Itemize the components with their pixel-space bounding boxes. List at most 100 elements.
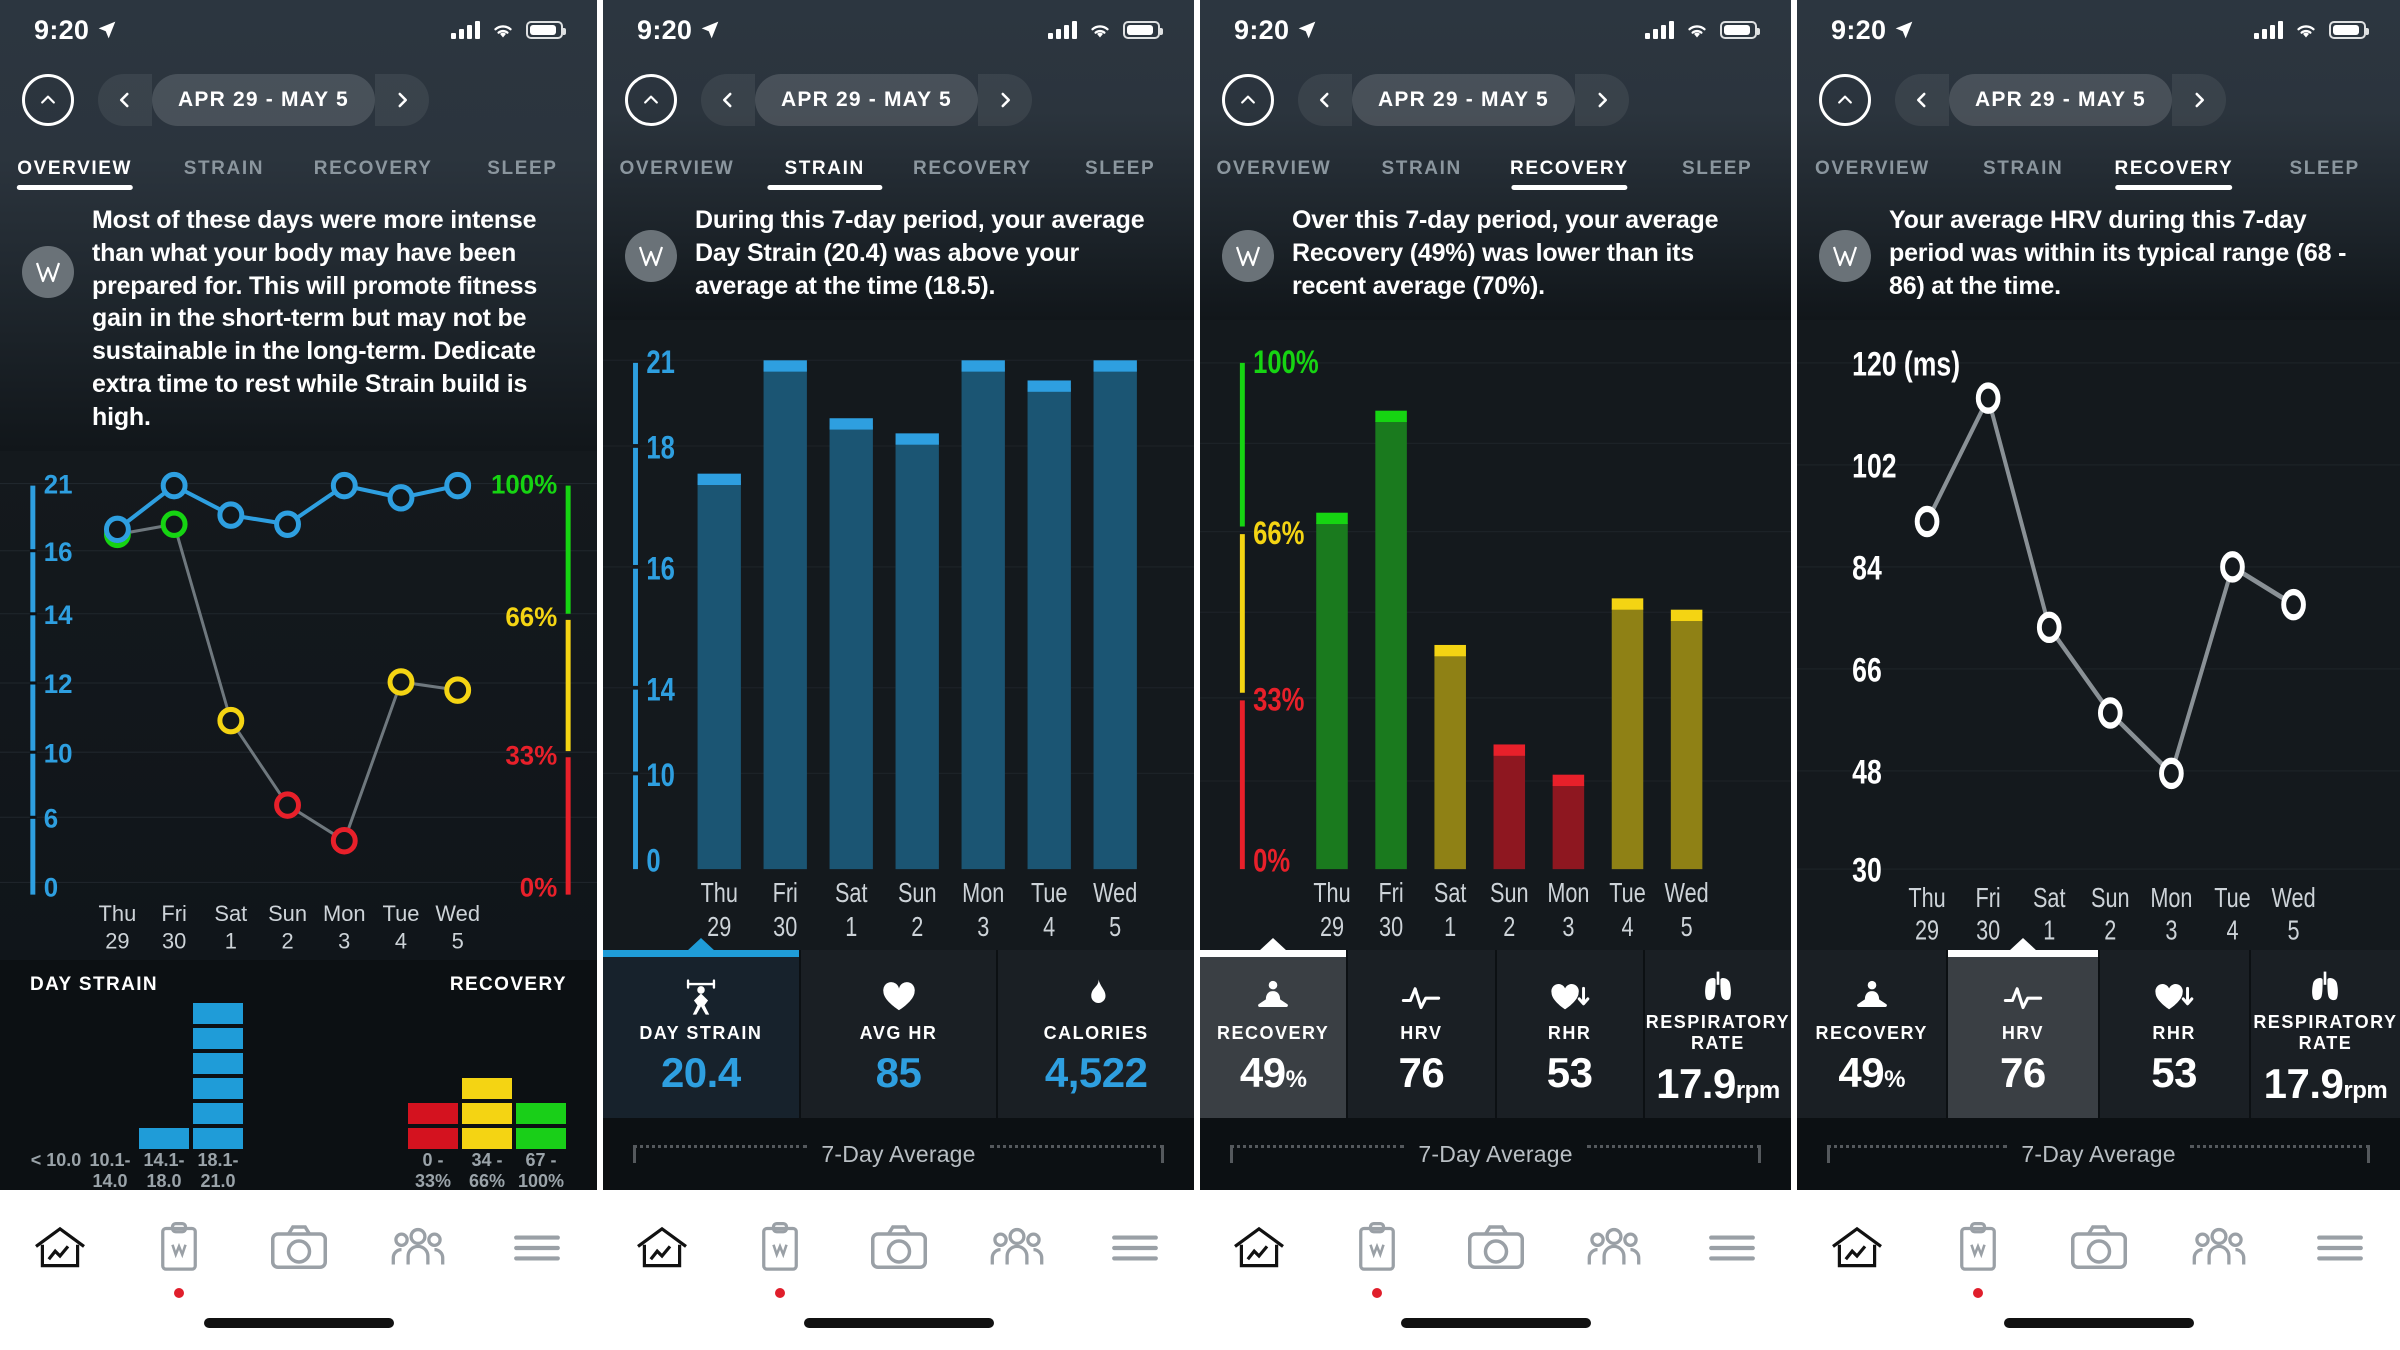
nav-community[interactable]: [358, 1212, 477, 1284]
top-section: 9:20 APR 29 - MAY 5 OVERVIEW STRAIN RECO…: [0, 0, 597, 452]
heart-down-icon: [1549, 977, 1591, 1017]
nav-journal[interactable]: [1318, 1212, 1436, 1298]
nav-community[interactable]: [1555, 1212, 1673, 1284]
svg-text:Sat: Sat: [214, 901, 247, 926]
dash-left: [1230, 1145, 1405, 1163]
svg-text:0: 0: [44, 873, 58, 903]
nav-community[interactable]: [958, 1212, 1076, 1284]
nav-camera[interactable]: [2038, 1212, 2159, 1284]
status-bar: 9:20: [0, 0, 597, 60]
tile-respiratory-rate[interactable]: RESPIRATORY RATE 17.9rpm: [1644, 950, 1792, 1118]
hist-label: 10.1- 14.0: [89, 1150, 131, 1191]
collapse-button[interactable]: [22, 74, 74, 126]
tile-recovery[interactable]: RECOVERY 49%: [1200, 938, 1349, 1118]
recovery-bar-chart[interactable]: 100% 66% 33% 0% Thu 29 Fri 30 Sat 1 Sun …: [1200, 320, 1792, 950]
svg-text:Fri: Fri: [1976, 883, 2001, 914]
whoop-mark-icon: [1235, 246, 1261, 267]
nav-home[interactable]: [1200, 1194, 1319, 1284]
tile-hrv[interactable]: HRV 76: [1348, 950, 1497, 1118]
tab-overview[interactable]: OVERVIEW: [1200, 146, 1348, 190]
status-bar: 9:20: [603, 0, 1194, 60]
tab-sleep[interactable]: SLEEP: [1046, 146, 1194, 190]
home-icon: [34, 1226, 85, 1268]
tab-sleep[interactable]: SLEEP: [448, 146, 597, 190]
nav-home[interactable]: [1797, 1194, 1918, 1284]
tab-strain[interactable]: STRAIN: [1348, 146, 1496, 190]
tile-hrv[interactable]: HRV 76: [1948, 938, 2100, 1118]
tile-recovery[interactable]: RECOVERY 49%: [1797, 950, 1949, 1118]
svg-text:33%: 33%: [505, 740, 557, 770]
tab-overview[interactable]: OVERVIEW: [0, 146, 149, 190]
nav-camera[interactable]: [839, 1212, 957, 1284]
prev-week-button[interactable]: [1298, 74, 1353, 126]
nav-menu[interactable]: [478, 1212, 597, 1284]
nav-camera[interactable]: [239, 1212, 358, 1284]
flame-icon: [1082, 977, 1110, 1017]
next-week-button[interactable]: [2171, 74, 2226, 126]
date-range-label[interactable]: APR 29 - MAY 5: [152, 74, 375, 126]
tile-day-strain[interactable]: DAY STRAIN 20.4: [603, 938, 801, 1118]
date-range-label[interactable]: APR 29 - MAY 5: [755, 74, 978, 126]
next-week-button[interactable]: [1574, 74, 1629, 126]
date-range-label[interactable]: APR 29 - MAY 5: [1949, 74, 2172, 126]
tab-recovery[interactable]: RECOVERY: [2099, 146, 2250, 190]
tab-recovery[interactable]: RECOVERY: [899, 146, 1047, 190]
svg-text:5: 5: [452, 929, 464, 954]
tile-calories[interactable]: CALORIES 4,522: [998, 950, 1195, 1118]
strain-bar-chart[interactable]: 21 18 16 14 10 0 Thu 29 Fri 30 Sat 1 Sun…: [603, 320, 1195, 950]
nav-home[interactable]: [0, 1194, 120, 1284]
dash-left: [1827, 1145, 2008, 1163]
prev-week-button[interactable]: [98, 74, 152, 126]
whoop-mark-icon: [638, 246, 664, 267]
tab-strain[interactable]: STRAIN: [149, 146, 298, 190]
tab-strain[interactable]: STRAIN: [1948, 146, 2099, 190]
wifi-icon: [1688, 24, 1706, 37]
nav-community[interactable]: [2159, 1212, 2280, 1284]
tab-recovery[interactable]: RECOVERY: [1496, 146, 1644, 190]
svg-text:33%: 33%: [1253, 682, 1304, 719]
nav-journal[interactable]: [721, 1212, 839, 1298]
tile-value: 17.9rpm: [2264, 1060, 2388, 1108]
whoop-logo-icon: [1819, 230, 1872, 282]
nav-journal[interactable]: [119, 1212, 238, 1298]
tile-rhr[interactable]: RHR 53: [1496, 950, 1645, 1118]
camera-icon: [270, 1225, 327, 1269]
nav-journal[interactable]: [1918, 1212, 2039, 1298]
tile-respiratory-rate[interactable]: RESPIRATORY RATE 17.9rpm: [2250, 950, 2400, 1118]
tab-sleep[interactable]: SLEEP: [2249, 146, 2400, 190]
nav-menu[interactable]: [1673, 1212, 1791, 1284]
tab-overview[interactable]: OVERVIEW: [603, 146, 751, 190]
hist-bar: [192, 1002, 244, 1150]
chevron-left-icon: [1917, 92, 1926, 108]
svg-text:4: 4: [2226, 915, 2238, 946]
prev-week-button[interactable]: [1895, 74, 1950, 126]
svg-text:100%: 100%: [491, 470, 557, 500]
date-range-label[interactable]: APR 29 - MAY 5: [1352, 74, 1575, 126]
location-arrow-icon: [1298, 21, 1316, 39]
nav-menu[interactable]: [1076, 1212, 1194, 1284]
nav-camera[interactable]: [1436, 1212, 1554, 1284]
next-week-button[interactable]: [374, 74, 429, 126]
collapse-button[interactable]: [1222, 74, 1275, 126]
nav-menu[interactable]: [2279, 1212, 2400, 1284]
svg-text:4: 4: [395, 929, 407, 954]
tab-recovery[interactable]: RECOVERY: [299, 146, 448, 190]
collapse-button[interactable]: [625, 74, 677, 126]
tab-overview[interactable]: OVERVIEW: [1797, 146, 1948, 190]
tile-avg-hr[interactable]: AVG HR 85: [800, 950, 999, 1118]
tile-rhr[interactable]: RHR 53: [2099, 950, 2251, 1118]
phone-screen-hrv: 9:20 APR 29 - MAY 5 OVERVIEW STRAIN RECO…: [1791, 0, 2400, 1350]
tab-strain[interactable]: STRAIN: [751, 146, 899, 190]
tab-sleep[interactable]: SLEEP: [1643, 146, 1791, 190]
collapse-button[interactable]: [1819, 74, 1872, 126]
overview-chart[interactable]: 21 16 14 12 10 6 0 100% 66% 33% 0% Thu 2…: [0, 451, 597, 960]
recovery-histogram: 0 - 33% 34 - 66% 67 - 100%: [407, 1077, 567, 1191]
recovery-chart-svg: 100% 66% 33% 0% Thu29 Fri30 Sat1 Sun2 Mo…: [1200, 344, 1792, 943]
nav-home[interactable]: [603, 1194, 722, 1284]
location-arrow-icon: [98, 21, 116, 39]
svg-text:100%: 100%: [1253, 344, 1318, 381]
hrv-line-chart[interactable]: 120 (ms) 102 84 66 48 30 Thu 29 Fri 30 Sat 1 Su…: [1797, 320, 2400, 950]
next-week-button[interactable]: [977, 74, 1032, 126]
prev-week-button[interactable]: [701, 74, 755, 126]
insight-text: Most of these days were more intense tha…: [92, 206, 538, 431]
